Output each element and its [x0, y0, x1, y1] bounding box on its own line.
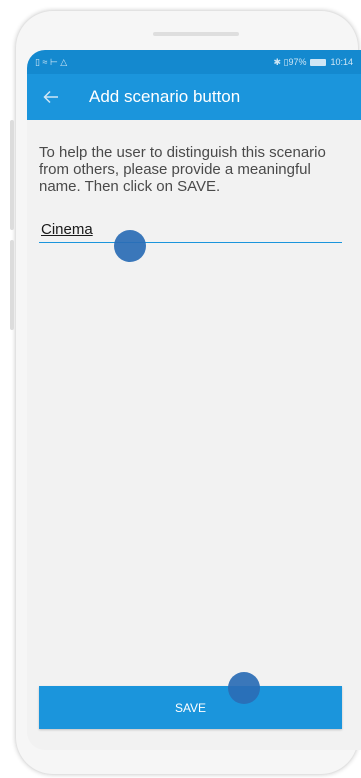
tap-indicator [114, 230, 146, 262]
status-icons-left: ▯ ≈ ⊢ △ [35, 57, 67, 68]
save-button[interactable]: SAVE [39, 686, 342, 729]
status-bar: ▯ ≈ ⊢ △ ✱ ▯97% 10:14 [27, 50, 361, 74]
battery-icon [310, 58, 327, 66]
app-screen: ▯ ≈ ⊢ △ ✱ ▯97% 10:14 Add scenario button… [27, 50, 361, 750]
status-time: 10:14 [330, 57, 353, 67]
toolbar: Add scenario button [27, 74, 361, 120]
page-title: Add scenario button [89, 87, 241, 106]
phone-speaker [153, 32, 239, 36]
status-icons-left-text: ▯ ≈ ⊢ △ [35, 56, 68, 67]
arrow-left-icon [43, 90, 58, 104]
main-content: To help the user to distinguish this sce… [27, 120, 361, 243]
phone-side-button [10, 240, 14, 330]
scenario-name-input[interactable] [39, 217, 342, 243]
tap-indicator [228, 672, 260, 704]
instructions-text: To help the user to distinguish this sce… [39, 144, 326, 195]
status-battery-text: ✱ ▯97% [273, 56, 307, 67]
back-button[interactable] [39, 85, 63, 109]
status-icons-right: ✱ ▯97% 10:14 [273, 57, 353, 68]
phone-side-button [10, 120, 14, 230]
scenario-name-field [39, 217, 342, 243]
